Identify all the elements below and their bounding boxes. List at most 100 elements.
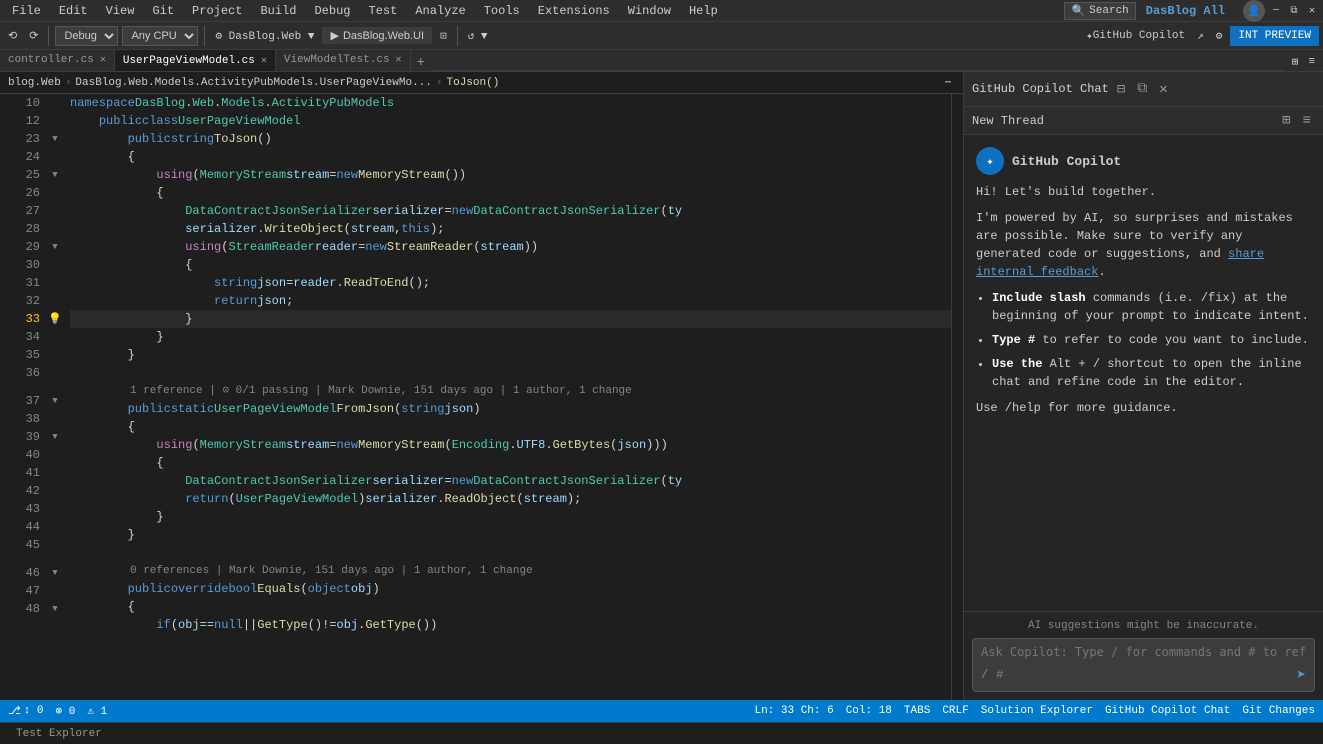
copilot-collapse-btn[interactable]: ⊟ — [1113, 79, 1129, 100]
menu-debug[interactable]: Debug — [306, 0, 358, 21]
status-git[interactable]: ⎇ ↕ 0 — [8, 704, 44, 718]
breadcrumb-overflow-btn[interactable]: ⋯ — [941, 75, 955, 91]
toolbar-sep-2 — [204, 26, 205, 46]
test-explorer-tab[interactable]: Test Explorer — [8, 723, 110, 744]
toolbar-btn-2[interactable]: ⟳ — [25, 27, 42, 45]
tab-viewmodeltest[interactable]: ViewModelTest.cs ✕ — [276, 50, 411, 71]
breadcrumb-method[interactable]: ToJson() — [447, 77, 500, 89]
fold-btn-25[interactable]: ▼ — [48, 166, 62, 184]
tab-split-btn[interactable]: ⊞ — [1288, 53, 1303, 71]
copilot-popout-btn[interactable]: ⧉ — [1133, 79, 1151, 99]
slash-btn[interactable]: / — [981, 668, 988, 682]
copilot-input-row: / # ➤ — [981, 665, 1306, 685]
menu-project[interactable]: Project — [184, 0, 250, 21]
copilot-ai-note: AI suggestions might be inaccurate. — [972, 620, 1315, 632]
search-box[interactable]: 🔍 Search — [1064, 2, 1135, 20]
tab-userpageviewmodel[interactable]: UserPageViewModel.cs ✕ — [115, 50, 276, 71]
new-tab-button[interactable]: + — [411, 55, 431, 71]
toolbar-btn-1[interactable]: ⟲ — [4, 27, 21, 45]
settings-btn[interactable]: ⚙ — [1212, 27, 1227, 45]
platform-select[interactable]: Any CPU — [122, 26, 198, 46]
copilot-input-area[interactable]: / # ➤ — [972, 638, 1315, 692]
code-line-32: return json; — [70, 292, 951, 310]
menu-window[interactable]: Window — [620, 0, 679, 21]
tab-userpageviewmodel-close[interactable]: ✕ — [261, 55, 267, 67]
menu-bar: File Edit View Git Project Build Debug T… — [0, 0, 1323, 22]
new-thread-layout-btn[interactable]: ⊞ — [1278, 110, 1294, 131]
breadcrumb-namespace[interactable]: DasBlog.Web.Models.ActivityPubModels.Use… — [75, 77, 431, 89]
fold-btn-23[interactable]: ▼ — [48, 130, 62, 148]
github-copilot-label: GitHub Copilot — [1093, 30, 1185, 42]
menu-edit[interactable]: Edit — [51, 0, 96, 21]
fold-btn-29[interactable]: ▼ — [48, 238, 62, 256]
tab-viewmodeltest-close[interactable]: ✕ — [396, 54, 402, 66]
menu-tools[interactable]: Tools — [476, 0, 528, 21]
copilot-footer: AI suggestions might be inaccurate. / # … — [964, 611, 1323, 700]
tab-controller-close[interactable]: ✕ — [100, 54, 106, 66]
hash-btn[interactable]: # — [996, 668, 1003, 682]
start-project-btn[interactable]: ⚙ DasBlog.Web ▼ — [211, 27, 318, 45]
meta-line-2: 0 references | Mark Downie, 151 days ago… — [70, 562, 951, 580]
toolbar-btn-misc[interactable]: ↺ ▼ — [464, 27, 492, 45]
attach-btn[interactable]: ⊡ — [436, 27, 451, 45]
tab-controller[interactable]: controller.cs ✕ — [0, 50, 115, 71]
tab-viewmodeltest-label: ViewModelTest.cs — [284, 54, 390, 66]
menu-build[interactable]: Build — [252, 0, 304, 21]
int-preview-btn[interactable]: INT PREVIEW — [1230, 26, 1319, 46]
copilot-send-button[interactable]: ➤ — [1296, 665, 1306, 685]
play-icon: ▶ — [330, 29, 338, 42]
fold-btn-39[interactable]: ▼ — [48, 428, 62, 446]
feedback-link[interactable]: share internal feedback — [976, 247, 1264, 279]
code-line-48: if (obj == null || GetType() != obj.GetT… — [70, 616, 951, 634]
run-button[interactable]: ▶ DasBlog.Web.UI — [322, 27, 432, 44]
debug-config-select[interactable]: Debug — [55, 26, 118, 46]
status-warnings[interactable]: ⚠ 1 — [87, 704, 107, 718]
copilot-help-text: Use /help for more guidance. — [976, 399, 1311, 417]
tab-overflow-btn[interactable]: ≡ — [1304, 54, 1319, 70]
status-errors[interactable]: ⊗ 0 — [56, 704, 76, 718]
status-git-changes[interactable]: Git Changes — [1242, 705, 1315, 717]
menu-test[interactable]: Test — [361, 0, 406, 21]
close-button[interactable]: ✕ — [1305, 4, 1319, 18]
copilot-panel-title: GitHub Copilot Chat — [972, 82, 1109, 96]
menu-view[interactable]: View — [98, 0, 143, 21]
code-line-44: } — [70, 526, 951, 544]
code-line-30: { — [70, 256, 951, 274]
status-encoding[interactable]: CRLF — [942, 705, 968, 717]
menu-file[interactable]: File — [4, 0, 49, 21]
menu-extensions[interactable]: Extensions — [530, 0, 618, 21]
status-solution-explorer[interactable]: Solution Explorer — [981, 705, 1093, 717]
maximize-button[interactable]: ⧉ — [1287, 4, 1301, 18]
new-thread-menu-btn[interactable]: ≡ — [1299, 111, 1315, 131]
lightbulb-icon[interactable]: 💡 — [48, 310, 62, 328]
github-copilot-btn[interactable]: ✦ GitHub Copilot — [1082, 27, 1189, 45]
fold-btn-37[interactable]: ▼ — [48, 392, 62, 410]
code-line-28: serializer.WriteObject(stream, this); — [70, 220, 951, 238]
copilot-agent-name: GitHub Copilot — [1012, 154, 1121, 169]
fold-btn-46[interactable]: ▼ — [48, 564, 62, 582]
menu-analyze[interactable]: Analyze — [407, 0, 473, 21]
menu-help[interactable]: Help — [681, 0, 726, 21]
test-status: 0/1 passing — [236, 385, 309, 397]
code-lines[interactable]: namespace DasBlog.Web.Models.ActivityPub… — [62, 94, 951, 700]
menu-git[interactable]: Git — [144, 0, 182, 21]
code-line-31: string json = reader.ReadToEnd(); — [70, 274, 951, 292]
fold-btn-48[interactable]: ▼ — [48, 600, 62, 618]
toolbar: ⟲ ⟳ Debug Any CPU ⚙ DasBlog.Web ▼ ▶ DasB… — [0, 22, 1323, 50]
test-status-icon: ⊙ — [222, 385, 229, 397]
copilot-icon: ✦ — [1086, 29, 1093, 43]
status-copilot-chat[interactable]: GitHub Copilot Chat — [1105, 705, 1230, 717]
copilot-close-btn[interactable]: ✕ — [1155, 79, 1171, 100]
minimize-button[interactable]: — — [1269, 4, 1283, 18]
code-line-27: DataContractJsonSerializer serializer = … — [70, 202, 951, 220]
toolbar-sep-3 — [457, 26, 458, 46]
code-editor[interactable]: 10 12 23 24 25 26 27 28 29 30 31 32 33 3… — [0, 94, 963, 700]
status-tab[interactable]: TABS — [904, 705, 930, 717]
code-line-47: { — [70, 598, 951, 616]
breadcrumb-project: blog.Web — [8, 77, 61, 89]
copilot-input[interactable] — [981, 645, 1306, 659]
code-line-42: return (UserPageViewModel)serializer.Rea… — [70, 490, 951, 508]
avatar-icon[interactable]: 👤 — [1243, 0, 1265, 22]
copilot-tip-1: Include slash commands (i.e. /fix) at th… — [992, 289, 1311, 325]
share-btn[interactable]: ↗ — [1193, 27, 1208, 45]
